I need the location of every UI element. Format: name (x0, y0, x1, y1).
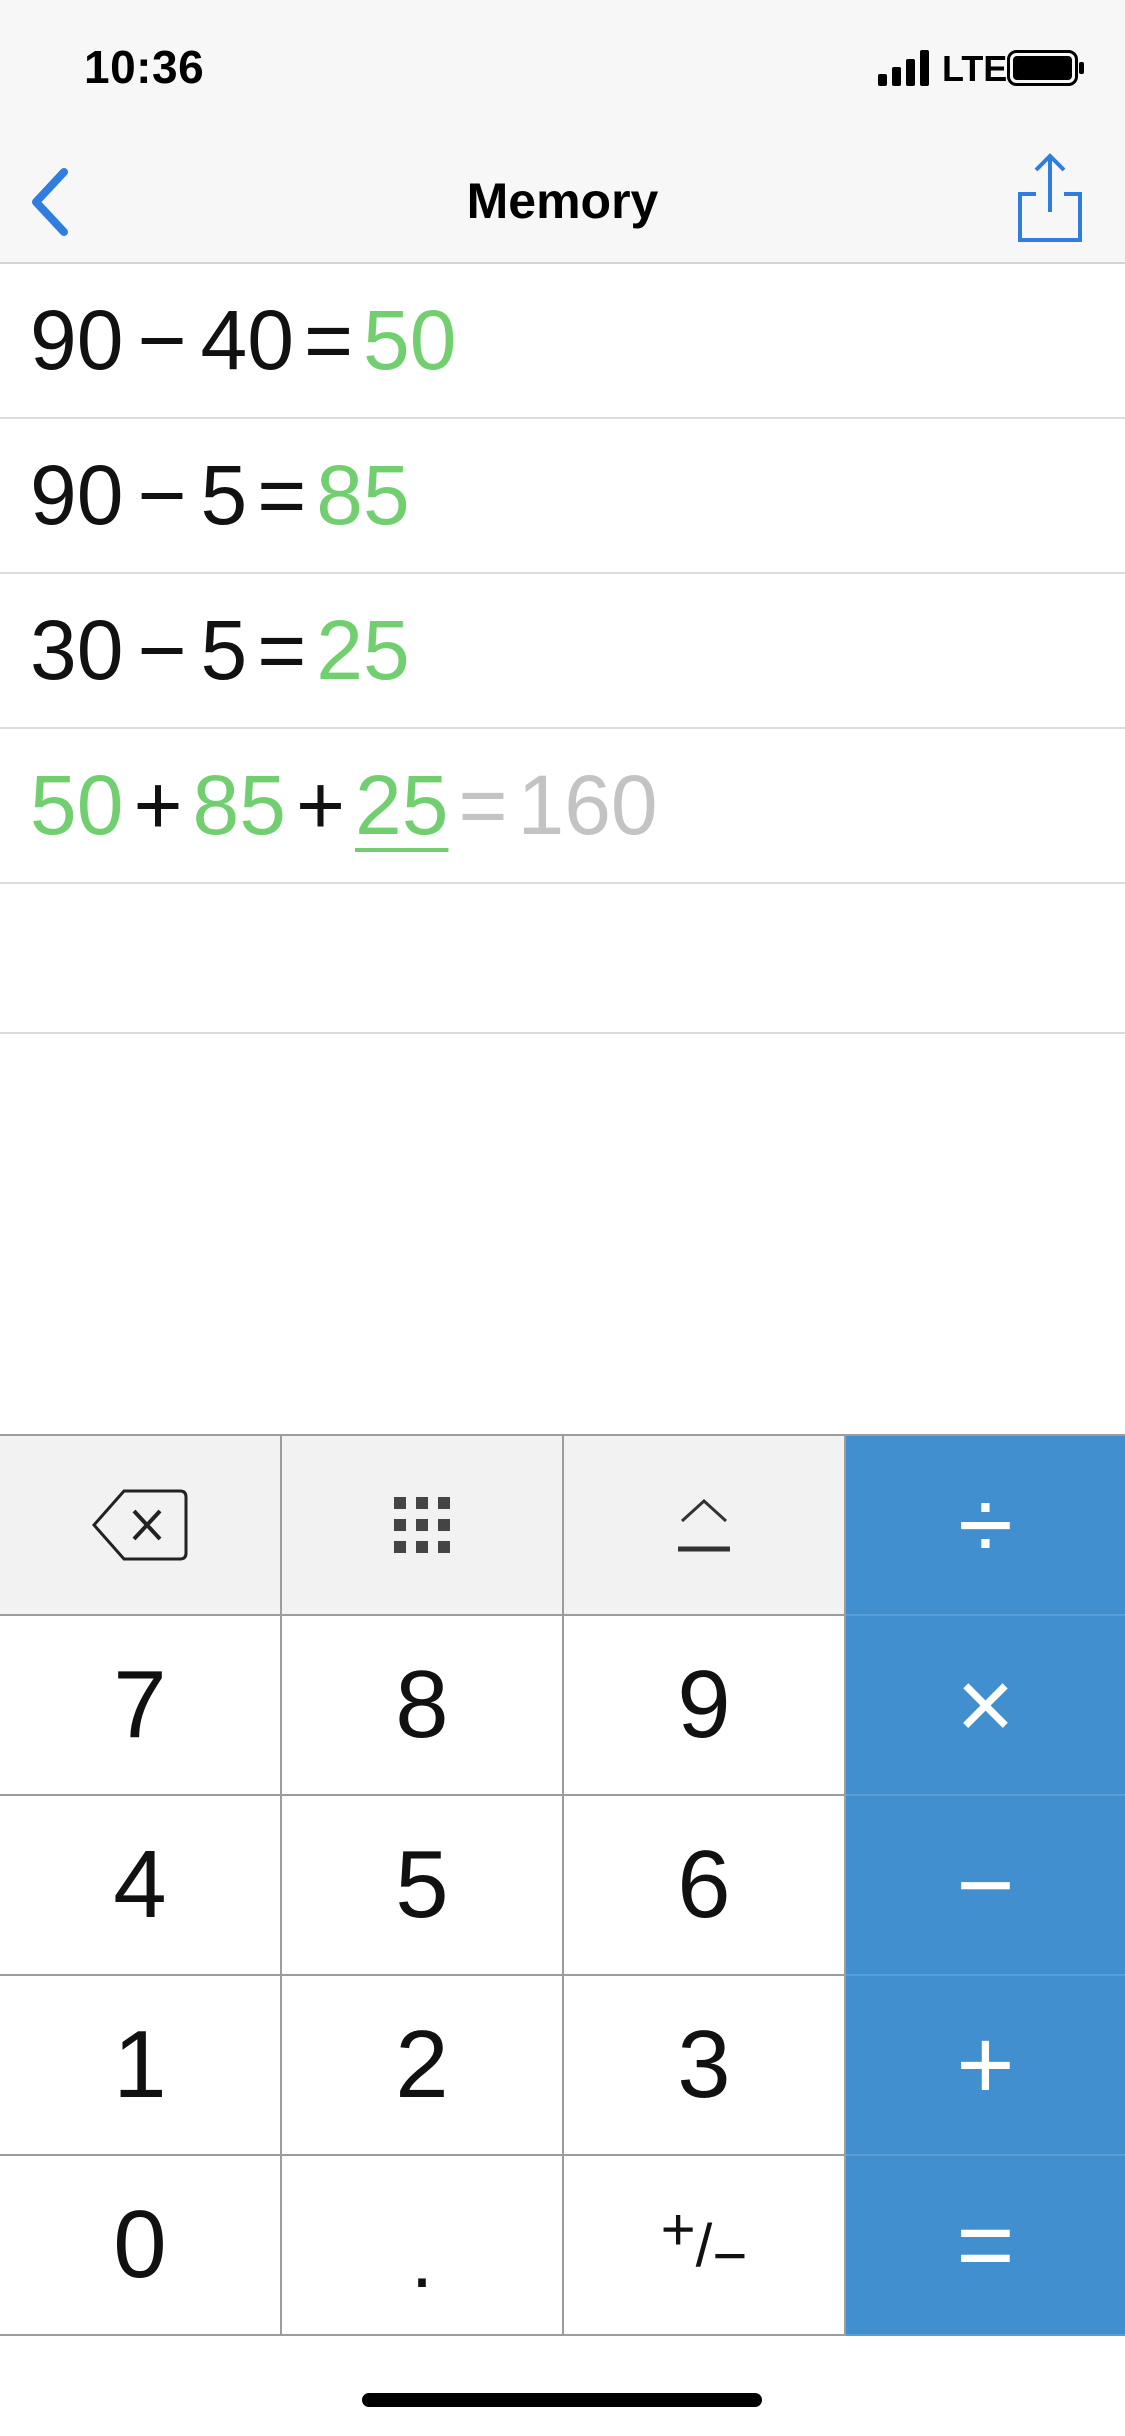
memory-list: 90 − 40 = 50 90 − 5 = 85 30 − 5 = 25 50 … (0, 264, 1125, 1034)
grid-key[interactable] (282, 1436, 564, 1616)
operator: + (133, 758, 183, 852)
operand: 40 (200, 293, 294, 387)
operand: 5 (200, 448, 248, 542)
operator: − (137, 603, 187, 697)
decimal-point-key[interactable]: . (282, 2156, 564, 2336)
share-icon (1018, 153, 1082, 242)
sign-plus: + (660, 2195, 696, 2263)
network-label: LTE (942, 48, 1008, 89)
digit-5-key[interactable]: 5 (282, 1796, 564, 1976)
result-value[interactable]: 85 (316, 447, 409, 544)
navigation-bar: Memory (0, 132, 1125, 264)
keypad: ÷ 7 8 9 × 4 5 6 − 1 2 3 + 0 . + / − = (0, 1434, 1125, 2336)
active-operand[interactable]: 25 (355, 757, 448, 854)
equals-sign: = (257, 448, 307, 542)
operand: 5 (200, 603, 248, 697)
sign-separator: / (695, 2211, 713, 2279)
memory-row[interactable]: 90 − 40 = 50 (0, 264, 1125, 419)
operand-reference[interactable]: 50 (30, 757, 123, 854)
minus-key[interactable]: − (846, 1796, 1125, 1976)
memory-row[interactable]: 90 − 5 = 85 (0, 419, 1125, 574)
digit-2-key[interactable]: 2 (282, 1976, 564, 2156)
plus-minus-key[interactable]: + / − (564, 2156, 846, 2336)
battery-icon (1007, 50, 1084, 86)
sign-minus: − (712, 2221, 748, 2289)
divide-key[interactable]: ÷ (846, 1436, 1125, 1616)
digit-9-key[interactable]: 9 (564, 1616, 846, 1796)
digit-8-key[interactable]: 8 (282, 1616, 564, 1796)
memory-row[interactable]: 30 − 5 = 25 (0, 574, 1125, 729)
digit-4-key[interactable]: 4 (0, 1796, 282, 1976)
share-button[interactable] (1010, 150, 1090, 246)
empty-row[interactable] (0, 884, 1125, 1034)
home-indicator[interactable] (362, 2393, 762, 2407)
backspace-key[interactable] (0, 1436, 282, 1616)
current-expression-row[interactable]: 50 + 85 + 25 = 160 (0, 729, 1125, 884)
operand: 90 (30, 293, 124, 387)
plus-key[interactable]: + (846, 1976, 1125, 2156)
operand: 90 (30, 448, 124, 542)
operator: + (295, 758, 345, 852)
digit-7-key[interactable]: 7 (0, 1616, 282, 1796)
equals-key[interactable]: = (846, 2156, 1125, 2336)
status-time: 10:36 (84, 41, 205, 93)
grid-icon (394, 1497, 450, 1553)
operator: − (137, 293, 187, 387)
multiply-key[interactable]: × (846, 1616, 1125, 1796)
equals-sign: = (257, 603, 307, 697)
digit-3-key[interactable]: 3 (564, 1976, 846, 2156)
result-value[interactable]: 50 (363, 292, 456, 389)
status-bar: 10:36 LTE (0, 0, 1125, 132)
page-title: Memory (466, 173, 659, 229)
pending-result: 160 (517, 758, 658, 852)
backspace-icon (91, 1489, 188, 1561)
calculator-screen: 10:36 LTE Memory 90 − 40 = 50 90 − 5 = 8… (0, 0, 1125, 2436)
operator: − (137, 448, 187, 542)
digit-0-key[interactable]: 0 (0, 2156, 282, 2336)
operand-reference[interactable]: 85 (193, 757, 286, 854)
equals-sign: = (458, 758, 508, 852)
equals-sign: = (303, 293, 353, 387)
digit-6-key[interactable]: 6 (564, 1796, 846, 1976)
collapse-key[interactable] (564, 1436, 846, 1616)
operand: 30 (30, 603, 124, 697)
digit-1-key[interactable]: 1 (0, 1976, 282, 2156)
cellular-signal-icon (878, 50, 929, 86)
result-value[interactable]: 25 (316, 602, 409, 699)
eject-icon (678, 1498, 730, 1552)
